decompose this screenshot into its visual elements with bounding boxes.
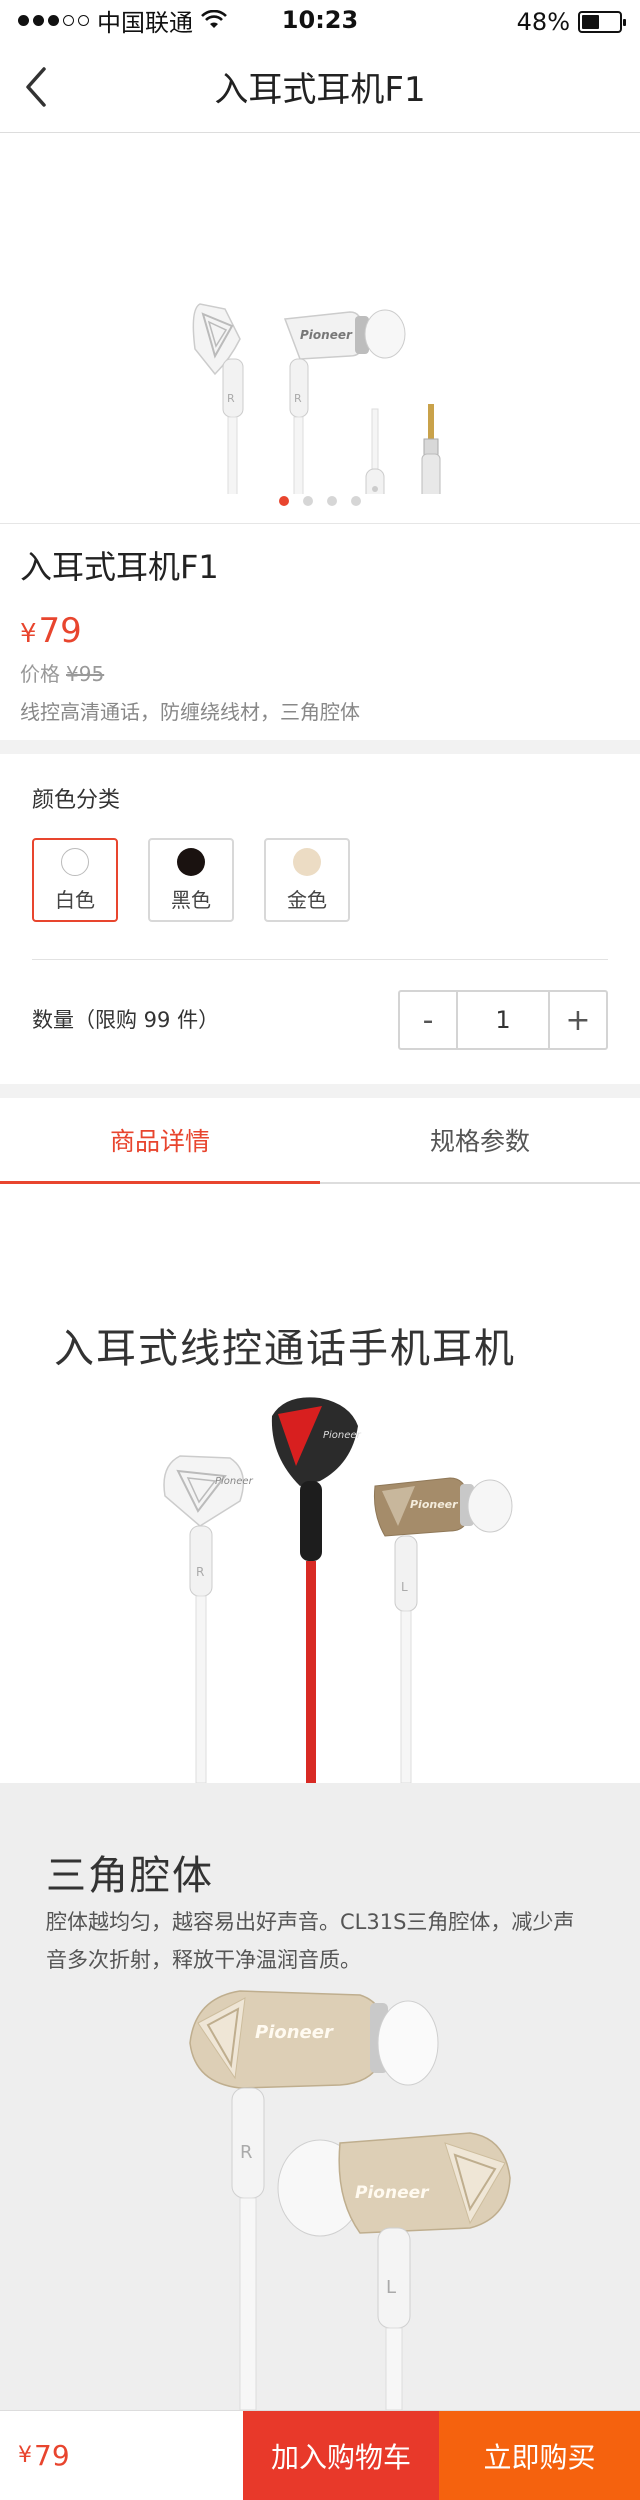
detail-description: 腔体越均匀，越容易出好声音。CL31S三角腔体，减少声音多次折射，释放干净温润音… (46, 1910, 575, 1972)
price-value: 79 (34, 2439, 70, 2472)
quantity-decrease-button[interactable]: - (400, 992, 458, 1048)
svg-text:R: R (227, 392, 235, 405)
original-price-label: 价格 (20, 662, 60, 686)
add-to-cart-button[interactable]: 加入购物车 (243, 2411, 439, 2500)
product-features: 线控高清通话，防缠绕线材，三角腔体 (20, 700, 360, 724)
svg-text:R: R (196, 1565, 204, 1579)
detail-section-chamber: 三角腔体 腔体越均匀，越容易出好声音。CL31S三角腔体，减少声音多次折射，释放… (0, 1783, 640, 2410)
tab-product-details[interactable]: 商品详情 (0, 1098, 320, 1184)
product-image-carousel[interactable]: R Pioneer R (0, 134, 640, 524)
product-name: 入耳式耳机F1 (20, 548, 219, 586)
color-option-label: 黑色 (171, 887, 211, 912)
product-price: ¥79 (20, 611, 620, 654)
carousel-dot[interactable] (327, 496, 337, 506)
carousel-dot[interactable] (279, 496, 289, 506)
section-divider (0, 1084, 640, 1098)
battery-percent: 48% (516, 8, 570, 36)
price-currency: ¥ (18, 2443, 32, 2468)
quantity-increase-button[interactable]: + (548, 992, 606, 1048)
carousel-dot[interactable] (351, 496, 361, 506)
detail-heading: 三角腔体 (46, 1853, 214, 1899)
original-price: ¥95 (66, 662, 105, 686)
swatch-circle (177, 847, 205, 876)
buy-now-button[interactable]: 立即购买 (439, 2411, 640, 2500)
color-label: 颜色分类 (32, 788, 121, 813)
divider (32, 959, 608, 960)
carrier-name: 中国联通 (97, 8, 193, 37)
svg-text:Pioneer: Pioneer (355, 2183, 430, 2203)
color-option-gold[interactable]: 金色 (264, 838, 350, 922)
swatch-circle (61, 847, 89, 876)
gold-earphones-image: Pioneer R Pioneer L (189, 1990, 511, 2410)
svg-text:R: R (240, 2142, 253, 2163)
battery-icon (578, 11, 626, 33)
status-bar: 中国联通 10:23 48% (0, 0, 640, 40)
svg-text:L: L (401, 1580, 408, 1594)
price-value: 79 (38, 611, 82, 651)
quantity-stepper[interactable]: - 1 + (398, 990, 608, 1050)
svg-text:Pioneer: Pioneer (410, 1498, 458, 1511)
chevron-left-icon (26, 67, 46, 107)
color-option-label: 白色 (55, 887, 95, 912)
product-options: 颜色分类 白色 黑色 金色 数量（限购 99 件） - 1 + (0, 754, 640, 1084)
svg-text:R: R (294, 392, 302, 405)
back-button[interactable] (16, 62, 56, 112)
color-option-white[interactable]: 白色 (32, 838, 118, 922)
svg-text:L: L (386, 2277, 396, 2298)
section-divider (0, 740, 640, 754)
detail-tabs: 商品详情 规格参数 (0, 1098, 640, 1184)
svg-text:Pioneer: Pioneer (323, 1430, 362, 1441)
navigation-bar: 入耳式耳机F1 (0, 40, 640, 133)
page-title: 入耳式耳机F1 (214, 69, 426, 110)
svg-text:Pioneer: Pioneer (255, 2022, 334, 2043)
carousel-dot[interactable] (303, 496, 313, 506)
svg-text:Pioneer: Pioneer (300, 328, 353, 342)
quantity-label: 数量（限购 99 件） (32, 1008, 220, 1032)
detail-section-intro: 入耳式线控通话手机耳机 Pioneer R Pioneer Pioneer L (0, 1186, 640, 1783)
swatch-circle (293, 847, 321, 876)
product-photo: R Pioneer R (192, 303, 441, 494)
detail-heading: 入耳式线控通话手机耳机 (54, 1326, 516, 1372)
tab-specifications[interactable]: 规格参数 (320, 1098, 640, 1182)
bottom-price: ¥79 (0, 2411, 243, 2500)
svg-text:Pioneer: Pioneer (215, 1476, 254, 1487)
color-option-label: 金色 (287, 887, 327, 912)
quantity-value[interactable]: 1 (458, 992, 548, 1048)
carousel-indicator[interactable] (0, 496, 640, 506)
bottom-action-bar: ¥79 加入购物车 立即购买 (0, 2410, 640, 2500)
original-price-row: 价格 ¥95 (20, 660, 620, 688)
signal-strength-icon (18, 14, 89, 26)
color-option-black[interactable]: 黑色 (148, 838, 234, 922)
wifi-icon (201, 10, 227, 28)
price-currency: ¥ (20, 619, 37, 649)
product-info: 入耳式耳机F1 ¥79 价格 ¥95 线控高清通话，防缠绕线材，三角腔体 (0, 525, 640, 740)
earphones-lineup-image: Pioneer R Pioneer Pioneer L (163, 1397, 513, 1783)
